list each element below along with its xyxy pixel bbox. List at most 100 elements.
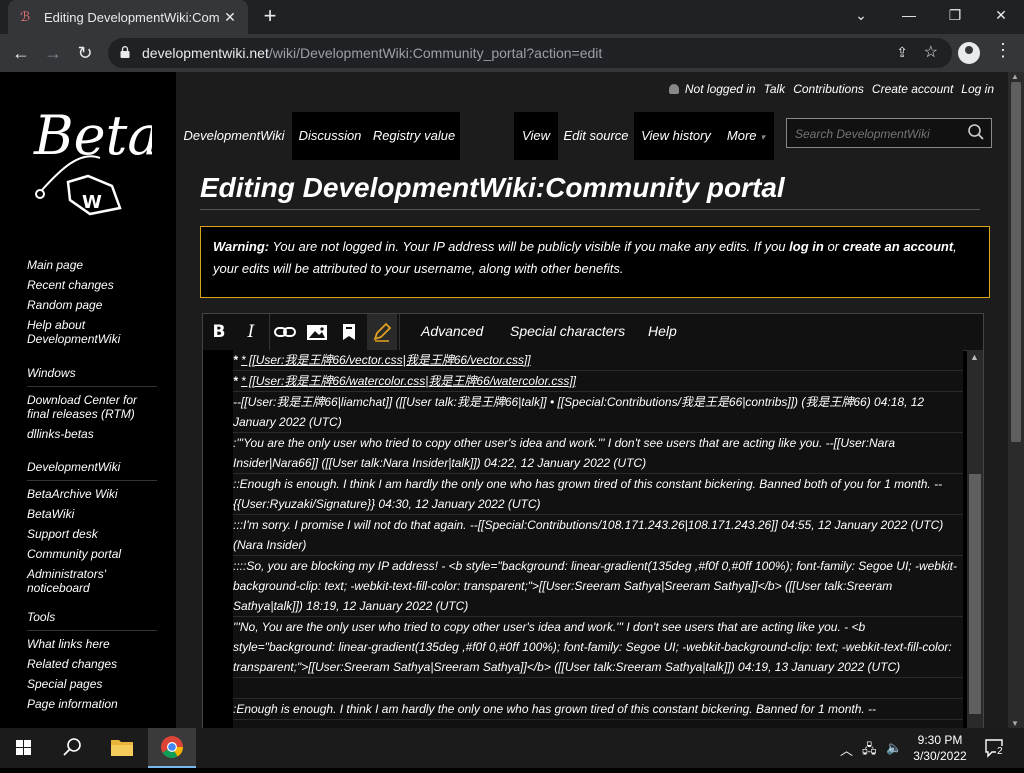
network-icon[interactable]: 🖧 bbox=[862, 740, 877, 762]
windows-logo-icon bbox=[16, 740, 31, 755]
page-scrollbar[interactable]: ▲ ▼ bbox=[1008, 72, 1024, 728]
profile-avatar-icon[interactable] bbox=[958, 42, 980, 64]
contributions-link[interactable]: Contributions bbox=[793, 82, 864, 96]
title-divider bbox=[200, 209, 980, 210]
nav-dllinks-betas[interactable]: dllinks-betas bbox=[27, 427, 157, 441]
taskbar-clock[interactable]: 9:30 PM 3/30/2022 bbox=[908, 732, 972, 764]
browser-menu-icon[interactable]: ⋮ bbox=[994, 40, 1012, 61]
bold-button[interactable]: B bbox=[205, 320, 233, 344]
url-path: /wiki/DevelopmentWiki:Community_portal?a… bbox=[268, 45, 603, 61]
search-input[interactable] bbox=[793, 124, 957, 144]
advanced-menu[interactable]: Advanced bbox=[421, 323, 483, 339]
browser-tab[interactable]: ℬ Editing DevelopmentWiki:Commu ✕ bbox=[8, 0, 248, 34]
url-text: developmentwiki.net/wiki/DevelopmentWiki… bbox=[142, 45, 602, 61]
url-host: developmentwiki.net bbox=[142, 45, 269, 61]
nav-recent-changes[interactable]: Recent changes bbox=[27, 278, 157, 292]
tools-heading: Tools bbox=[27, 610, 157, 631]
taskbar-search-button[interactable] bbox=[48, 728, 96, 768]
log-in-link[interactable]: Log in bbox=[961, 82, 994, 96]
start-button[interactable] bbox=[0, 728, 48, 768]
nav-support-desk[interactable]: Support desk bbox=[27, 527, 157, 541]
browser-toolbar: ← → ↻ developmentwiki.net/wiki/Developme… bbox=[0, 34, 1024, 72]
nav-what-links-here[interactable]: What links here bbox=[27, 637, 157, 651]
tab-developmentwiki[interactable]: DevelopmentWiki bbox=[176, 112, 292, 160]
warning-create-account-link[interactable]: create an account bbox=[843, 239, 954, 254]
tray-chevron-up-icon[interactable]: ︿ bbox=[840, 740, 853, 759]
chevron-down-icon: ▾ bbox=[760, 132, 766, 142]
page-scroll-down-icon[interactable]: ▼ bbox=[1011, 719, 1019, 728]
scroll-up-icon[interactable]: ▲ bbox=[970, 352, 979, 362]
wikitext-textarea[interactable]: * * [[User:我是王牌66/vector.css|我是王牌66/vect… bbox=[233, 350, 963, 728]
nav-help[interactable]: Help about DevelopmentWiki bbox=[27, 318, 157, 346]
italic-button[interactable]: I bbox=[237, 320, 265, 344]
volume-icon[interactable]: 🔈 bbox=[886, 740, 902, 756]
text-line: --[[User:我是王牌66|liamchat]] ([[User talk:… bbox=[233, 392, 963, 433]
close-window-icon[interactable]: ✕ bbox=[978, 0, 1024, 30]
search-box bbox=[786, 118, 992, 148]
tab-registry-value[interactable]: Registry value bbox=[368, 112, 460, 160]
text-line: :::I'm sorry. I promise I will not do th… bbox=[233, 515, 963, 556]
wiki-logo[interactable]: Beta W bbox=[30, 90, 152, 216]
image-button[interactable] bbox=[303, 320, 331, 344]
nav-random-page[interactable]: Random page bbox=[27, 298, 157, 312]
wikitext-editor: B I Advanced Special characters Help * *… bbox=[202, 313, 984, 728]
nav-related-changes[interactable]: Related changes bbox=[27, 657, 157, 671]
nav-betawiki[interactable]: BetaWiki bbox=[27, 507, 157, 521]
windows-portlet: Windows Download Center for final releas… bbox=[27, 366, 157, 447]
page-scroll-up-icon[interactable]: ▲ bbox=[1011, 72, 1019, 81]
page-title: Editing DevelopmentWiki:Community portal bbox=[200, 172, 785, 203]
tab-discussion[interactable]: Discussion bbox=[292, 112, 368, 160]
text-line: * * [[User:我是王牌66/vector.css|我是王牌66/vect… bbox=[233, 350, 963, 371]
nav-page-information[interactable]: Page information bbox=[27, 697, 157, 711]
tab-search-chevron-icon[interactable]: ⌄ bbox=[838, 0, 884, 30]
tab-view[interactable]: View bbox=[514, 112, 558, 160]
reload-icon[interactable]: ↻ bbox=[72, 40, 98, 66]
nav-portlet: Main page Recent changes Random page Hel… bbox=[27, 258, 157, 352]
wiki-sidebar: Beta W Main page Recent changes Random p… bbox=[0, 72, 176, 728]
editor-scrollbar[interactable]: ▲ bbox=[967, 350, 983, 728]
clock-time: 9:30 PM bbox=[917, 733, 963, 747]
minimize-icon[interactable]: — bbox=[886, 0, 932, 30]
close-tab-icon[interactable]: ✕ bbox=[222, 9, 238, 25]
tab-edit-source[interactable]: Edit source bbox=[558, 112, 634, 160]
editor-scroll-thumb[interactable] bbox=[969, 474, 981, 714]
bookmark-star-icon[interactable]: ☆ bbox=[924, 42, 938, 62]
text-line: :Enough is enough. I think I am hardly t… bbox=[233, 699, 963, 720]
help-menu[interactable]: Help bbox=[648, 323, 677, 339]
link-button[interactable] bbox=[271, 320, 299, 344]
file-explorer-button[interactable] bbox=[98, 728, 146, 768]
forward-icon[interactable]: → bbox=[40, 40, 66, 66]
notifications-button[interactable]: 2 bbox=[984, 738, 1006, 758]
talk-link[interactable]: Talk bbox=[764, 82, 786, 96]
warning-login-link[interactable]: log in bbox=[789, 239, 824, 254]
page-viewport: Beta W Main page Recent changes Random p… bbox=[0, 72, 1024, 728]
tab-more[interactable]: More ▾ bbox=[718, 112, 774, 160]
address-bar[interactable]: developmentwiki.net/wiki/DevelopmentWiki… bbox=[108, 38, 952, 68]
page-scroll-thumb[interactable] bbox=[1011, 82, 1021, 442]
warning-text-2: or bbox=[823, 239, 843, 254]
user-icon bbox=[668, 84, 679, 94]
back-icon[interactable]: ← bbox=[8, 40, 34, 66]
windows-taskbar: ︿ 🖧 🔈 9:30 PM 3/30/2022 2 bbox=[0, 728, 1024, 768]
text-line: :'''You are the only user who tried to c… bbox=[233, 433, 963, 474]
notification-count: 2 bbox=[996, 746, 1004, 757]
new-tab-icon[interactable]: + bbox=[258, 4, 282, 28]
not-logged-in: Not logged in bbox=[684, 82, 756, 96]
special-characters-menu[interactable]: Special characters bbox=[510, 323, 625, 339]
nav-download-center[interactable]: Download Center for final releases (RTM) bbox=[27, 393, 157, 421]
restore-icon[interactable]: ❐ bbox=[932, 0, 978, 30]
nav-community-portal[interactable]: Community portal bbox=[27, 547, 157, 561]
nav-main-page[interactable]: Main page bbox=[27, 258, 157, 272]
nav-special-pages[interactable]: Special pages bbox=[27, 677, 157, 691]
lock-icon bbox=[120, 46, 130, 58]
nav-admin-noticeboard[interactable]: Administrators' noticeboard bbox=[27, 567, 157, 595]
folder-icon bbox=[111, 740, 133, 756]
search-icon[interactable] bbox=[967, 123, 985, 141]
share-icon[interactable]: ⇪ bbox=[896, 44, 908, 61]
signature-button[interactable] bbox=[368, 320, 396, 344]
nav-betaarchive-wiki[interactable]: BetaArchive Wiki bbox=[27, 487, 157, 501]
tab-view-history[interactable]: View history bbox=[634, 112, 718, 160]
chrome-taskbar-button[interactable] bbox=[148, 728, 196, 768]
create-account-link[interactable]: Create account bbox=[872, 82, 953, 96]
reference-button[interactable] bbox=[335, 320, 363, 344]
